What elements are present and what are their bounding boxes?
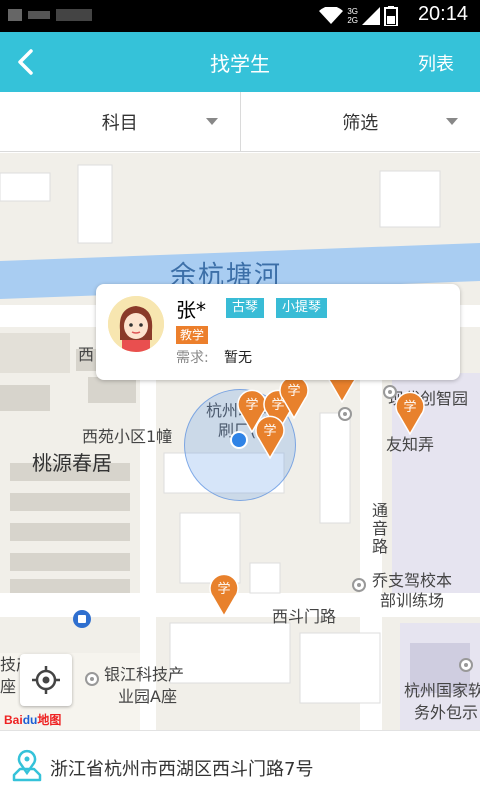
locate-me-button[interactable] [20, 654, 72, 706]
map-label-xi: 西 [78, 345, 95, 364]
map-label-community: 桃源春居 [32, 451, 112, 475]
subject-tag: 古琴 [226, 298, 265, 318]
my-location-dot [230, 431, 248, 449]
baidu-map-logo: Baidu地图 [4, 713, 62, 727]
student-pin[interactable]: 学 [278, 375, 310, 420]
map-label-yinjiang-2: 业园A座 [118, 687, 177, 706]
student-pin[interactable]: 学 [394, 391, 426, 436]
student-pin[interactable]: 学 [254, 415, 286, 460]
dropdown-arrow-icon [205, 118, 218, 125]
map-label-xiyuan: 西苑小区1幢 [82, 427, 173, 446]
filter-bar: 科目 筛选 [0, 92, 480, 152]
map-label-tongyin-3: 路 [372, 537, 389, 556]
need-value: 暂无 [224, 350, 252, 366]
list-view-button[interactable]: 列表 [418, 50, 454, 76]
poi-dot-icon [85, 672, 99, 686]
subject-tag: 小提琴 [276, 298, 328, 318]
status-time: 20:14 [417, 3, 468, 25]
signal-icon [362, 7, 380, 25]
status-bar: 3G 2G 20:14 [0, 0, 480, 32]
teach-tag: 教学 [176, 326, 209, 344]
map-label-hznat-2: 务外包示 [414, 703, 479, 722]
map-label-left-2: 座 [0, 677, 17, 696]
subject-filter-dropdown[interactable]: 科目 [0, 92, 240, 151]
map-label-xidou: 西斗门路 [272, 607, 337, 626]
header-bar: 找学生 列表 [0, 32, 480, 92]
screen-filter-label: 筛选 [342, 112, 379, 134]
battery-icon [384, 6, 398, 26]
map-label-driving-2: 部训练场 [380, 591, 445, 610]
screen-filter-dropdown[interactable]: 筛选 [239, 92, 480, 151]
page-title: 找学生 [210, 52, 270, 76]
crosshair-icon [32, 666, 60, 694]
status-icons: 3G 2G [319, 6, 398, 26]
need-label: 需求: [176, 350, 209, 366]
map-label-hznat-1: 杭州国家软 [404, 681, 480, 700]
map-view[interactable]: 余杭塘河 西 西苑小区1幢 桃源春居 杭州印刷厂 刷厂(路) 现代创智园 友知弄… [0, 153, 480, 730]
location-pin-icon [12, 749, 42, 782]
bus-stop-icon [73, 610, 91, 628]
notification-icons [8, 6, 98, 24]
student-popup-card[interactable]: 张* 古琴 小提琴 教学 需求: 暂无 [96, 284, 460, 380]
address-bar[interactable]: 浙江省杭州市西湖区西斗门路7号 [0, 730, 480, 800]
network-type: 3G 2G [347, 7, 358, 25]
student-pin[interactable]: 学 [208, 573, 240, 618]
poi-dot-icon [338, 407, 352, 421]
poi-dot-icon [459, 658, 473, 672]
student-name: 张* [176, 298, 206, 322]
current-address: 浙江省杭州市西湖区西斗门路7号 [50, 759, 314, 780]
wifi-icon [319, 7, 344, 24]
dropdown-arrow-icon [446, 118, 458, 125]
map-label-yinjiang-1: 银江科技产 [104, 665, 185, 684]
poi-dot-icon [352, 578, 366, 592]
subject-filter-label: 科目 [101, 112, 138, 134]
student-avatar [108, 296, 164, 352]
